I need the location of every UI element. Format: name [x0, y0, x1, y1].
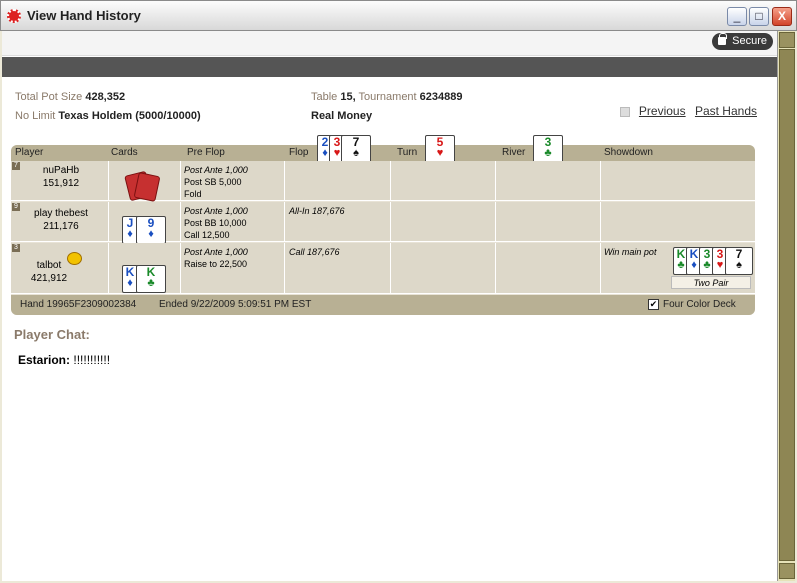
chat-message: Estarion: !!!!!!!!!!! — [18, 353, 110, 367]
minimize-button[interactable]: _ — [727, 7, 747, 26]
turn-card: 5 ♥ — [425, 135, 455, 163]
preflop-actions: Post Ante 1,000 Post SB 5,000 Fold — [184, 164, 248, 200]
preflop-actions: Post Ante 1,000 Post BB 10,000 Call 12,5… — [184, 205, 248, 241]
table-header: Player Cards Pre Flop Flop Turn River Sh… — [11, 145, 755, 161]
header-showdown: Showdown — [604, 147, 653, 158]
showdown-result: Win main pot — [604, 247, 657, 257]
hand-rank-label: Two Pair — [671, 276, 751, 289]
best-hand-card: 7 ♠ — [725, 247, 753, 275]
table-info: Table 15, Tournament 6234889 — [311, 91, 463, 103]
player-name: talbot — [36, 260, 62, 271]
limit-label: No Limit — [15, 110, 56, 122]
table-label: Table — [311, 91, 338, 103]
previous-arrow-icon — [619, 106, 630, 117]
player-row: 3 talbot 421,912 K ♦ K ♣ Post Ante 1,000 R… — [11, 243, 755, 294]
table-footer: Hand 19965F2309002384 Ended 9/22/2009 5:… — [11, 295, 755, 315]
game-value: Texas Holdem — [58, 110, 133, 122]
player-stack: 151,912 — [42, 178, 80, 189]
money-type: Real Money — [311, 110, 373, 122]
player-row: 9 play thebest 211,176 J ♦ 9 ♦ Post Ante 1… — [11, 202, 755, 244]
blinds-value: (5000/10000) — [135, 110, 201, 122]
title-bar: View Hand History _ □ X — [0, 0, 797, 31]
hand-end-time: Ended 9/22/2009 5:09:51 PM EST — [159, 299, 312, 310]
header-cards: Cards — [111, 147, 138, 158]
player-stack: 421,912 — [30, 273, 68, 284]
flop-action: All-In 187,676 — [289, 206, 345, 216]
player-name: nuPaHb — [42, 165, 80, 176]
four-color-label: Four Color Deck — [663, 299, 736, 310]
header-river: River — [502, 147, 526, 158]
chat-text: !!!!!!!!!!! — [73, 353, 111, 367]
action-text: Post Ante 1,000 — [184, 165, 248, 175]
past-hands-link[interactable]: Past Hands — [695, 104, 757, 118]
secure-badge: Secure — [712, 33, 773, 50]
scroll-down-button[interactable] — [779, 563, 795, 579]
four-color-checkbox[interactable]: ✔ — [648, 299, 659, 310]
player-stack: 211,176 — [43, 221, 79, 232]
flop-card-3: 7 ♠ — [341, 135, 371, 163]
top-toolbar: Secure — [2, 31, 777, 56]
action-text: Call 12,500 — [184, 230, 230, 240]
player-info: play thebest 211,176 — [11, 207, 111, 233]
hole-card-2: 9 ♦ — [136, 216, 166, 244]
dealer-button-icon — [67, 252, 82, 265]
action-text: Post BB 10,000 — [184, 218, 247, 228]
nav-links: Previous Past Hands — [619, 104, 757, 118]
action-text: Post Ante 1,000 — [184, 206, 248, 216]
main-content: Secure Total Pot Size 428,352 No Limit T… — [2, 31, 777, 581]
pot-label: Total Pot Size — [15, 91, 83, 103]
app-logo-icon — [7, 9, 21, 23]
river-card: 3 ♣ — [533, 135, 563, 163]
hole-card-2: K ♣ — [136, 265, 166, 293]
player-row: 7 nuPaHb 151,912 Post Ante 1,000 Post SB… — [11, 161, 755, 203]
previous-link[interactable]: Previous — [639, 104, 686, 118]
secure-label: Secure — [732, 35, 767, 47]
scroll-up-button[interactable] — [779, 32, 795, 48]
pot-info: Total Pot Size 428,352 — [15, 91, 125, 103]
hand-history-table: Player Cards Pre Flop Flop Turn River Sh… — [11, 135, 755, 315]
lock-icon — [718, 33, 728, 45]
preflop-actions: Post Ante 1,000 Raise to 22,500 — [184, 246, 248, 270]
close-button[interactable]: X — [772, 7, 792, 26]
scroll-thumb[interactable] — [779, 49, 795, 561]
dark-divider-bar — [2, 57, 777, 77]
hand-id: Hand 19965F2309002384 — [20, 299, 137, 310]
action-text: Post Ante 1,000 — [184, 247, 248, 257]
action-text: Post SB 5,000 — [184, 177, 242, 187]
header-preflop: Pre Flop — [187, 147, 225, 158]
chat-user: Estarion: — [18, 353, 71, 367]
seat-number: 3 — [12, 244, 20, 252]
chat-title: Player Chat: — [14, 327, 90, 342]
vertical-scrollbar[interactable] — [777, 31, 795, 581]
action-text: Raise to 22,500 — [184, 259, 248, 269]
header-flop: Flop — [289, 147, 309, 158]
tournament-value: 6234889 — [419, 91, 463, 103]
pot-value: 428,352 — [85, 91, 126, 103]
window-title: View Hand History — [27, 8, 141, 23]
player-info: nuPaHb 151,912 — [11, 164, 111, 190]
tournament-label: Tournament — [358, 91, 417, 103]
player-name: play thebest — [34, 208, 88, 219]
game-info: No Limit Texas Holdem (5000/10000) — [15, 110, 201, 122]
flop-action: Call 187,676 — [289, 247, 340, 257]
action-text: Fold — [184, 189, 202, 199]
header-player: Player — [15, 147, 44, 158]
player-info: talbot 421,912 — [0, 259, 99, 285]
header-turn: Turn — [397, 147, 418, 158]
maximize-button[interactable]: □ — [749, 7, 769, 26]
table-value: 15, — [340, 91, 356, 103]
